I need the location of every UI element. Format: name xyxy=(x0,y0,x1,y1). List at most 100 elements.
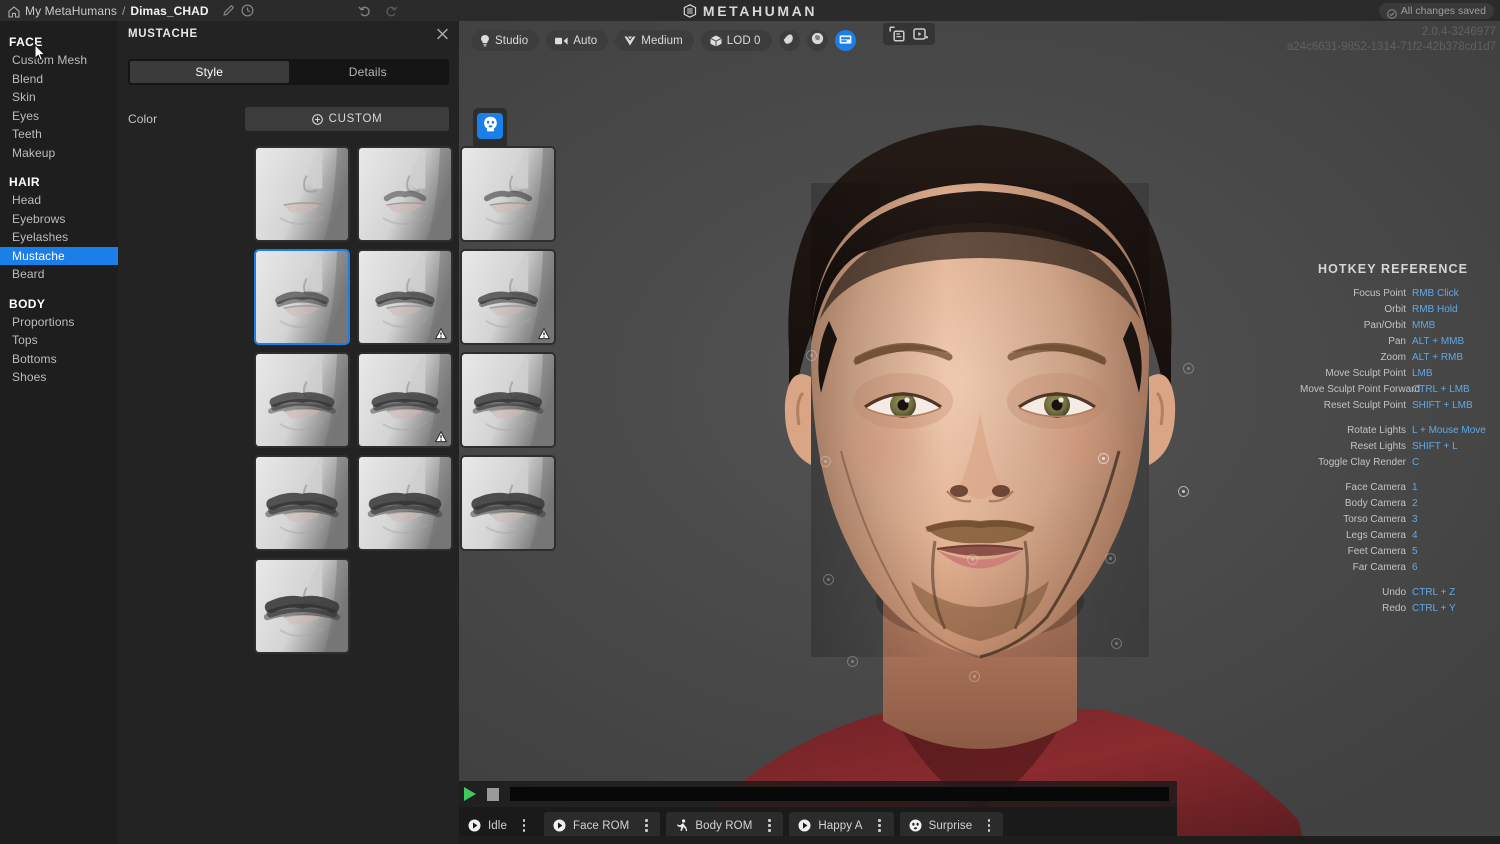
sculpt-point-marker[interactable] xyxy=(847,656,858,667)
mustache-style-thumbnail[interactable] xyxy=(357,146,453,242)
viewport-3d[interactable]: Studio Auto Medium LOD 0 xyxy=(459,21,1500,844)
anim-clip-face-rom[interactable]: Face ROM xyxy=(544,812,660,839)
mustache-style-thumbnail[interactable] xyxy=(254,558,350,654)
mustache-style-thumbnail[interactable] xyxy=(254,455,350,551)
sidebar-item-head[interactable]: Head xyxy=(0,191,118,210)
sculpt-point-marker[interactable] xyxy=(967,554,978,565)
custom-color-button[interactable]: CUSTOM xyxy=(245,107,449,131)
edit-pencil-icon[interactable] xyxy=(222,4,235,17)
mustache-style-thumbnail[interactable] xyxy=(460,455,556,551)
lod-button[interactable]: LOD 0 xyxy=(701,30,772,51)
mustache-style-thumbnail[interactable] xyxy=(357,352,453,448)
anim-clip-surprise[interactable]: Surprise xyxy=(900,812,1004,839)
sidebar-item-skin[interactable]: Skin xyxy=(0,88,118,107)
sculpt-point-marker[interactable] xyxy=(823,574,834,585)
anim-clip-idle[interactable]: Idle xyxy=(459,812,538,839)
more-options-icon[interactable] xyxy=(761,812,777,839)
thumbnail-face-preview xyxy=(462,354,554,446)
sidebar-item-makeup[interactable]: Makeup xyxy=(0,144,118,163)
more-options-icon[interactable] xyxy=(872,812,888,839)
head-view-toggle[interactable] xyxy=(807,30,828,51)
warning-icon xyxy=(435,327,447,339)
face-anim-icon xyxy=(798,819,811,832)
lighting-preset-button[interactable]: Studio xyxy=(471,30,539,51)
video-capture-icon[interactable] xyxy=(913,26,929,42)
undo-redo-group[interactable] xyxy=(358,4,398,17)
sidebar-item-beard[interactable]: Beard xyxy=(0,265,118,284)
anim-clip-happy-a[interactable]: Happy A xyxy=(789,812,893,839)
more-options-icon[interactable] xyxy=(981,812,997,839)
mustache-style-thumbnail[interactable] xyxy=(254,146,350,242)
stop-icon[interactable] xyxy=(487,788,499,801)
color-label: Color xyxy=(128,112,245,126)
sidebar-item-blend[interactable]: Blend xyxy=(0,70,118,89)
redo-arrow-icon[interactable] xyxy=(385,4,398,17)
color-row[interactable]: Color CUSTOM xyxy=(128,107,449,131)
face-anim-icon xyxy=(909,819,922,832)
sculpt-point-marker[interactable] xyxy=(806,350,817,361)
sidebar-item-shoes[interactable]: Shoes xyxy=(0,368,118,387)
auto-quality-button[interactable]: Auto xyxy=(546,30,608,51)
close-icon[interactable] xyxy=(436,28,449,41)
sculpt-point-marker[interactable] xyxy=(1111,638,1122,649)
sidebar-item-tops[interactable]: Tops xyxy=(0,331,118,350)
sidebar-item-custom-mesh[interactable]: Custom Mesh xyxy=(0,51,118,70)
sculpt-face-tool[interactable] xyxy=(477,113,503,139)
top-bar[interactable]: My MetaHumans / Dimas_CHAD xyxy=(0,0,1500,21)
sculpt-point-marker[interactable] xyxy=(1183,363,1194,374)
mustache-style-thumbnail[interactable] xyxy=(357,455,453,551)
sidebar-group-hair: HAIR Head Eyebrows Eyelashes Mustache Be… xyxy=(0,175,118,284)
sidebar-nav[interactable]: FACE Custom Mesh Blend Skin Eyes Teeth M… xyxy=(0,21,118,844)
mustache-style-thumbnail[interactable] xyxy=(254,352,350,448)
sidebar-item-proportions[interactable]: Proportions xyxy=(0,313,118,332)
viewport-bottom-strip xyxy=(459,836,1500,844)
quality-button[interactable]: Medium xyxy=(615,30,694,51)
more-options-icon[interactable] xyxy=(638,812,654,839)
mustache-style-grid[interactable] xyxy=(254,146,566,654)
mustache-style-thumbnail[interactable] xyxy=(460,352,556,448)
home-icon[interactable] xyxy=(8,5,20,17)
mustache-style-thumbnail[interactable] xyxy=(254,249,350,345)
screenshot-icon[interactable] xyxy=(889,26,905,42)
sidebar-item-eyes[interactable]: Eyes xyxy=(0,107,118,126)
sidebar-item-teeth[interactable]: Teeth xyxy=(0,125,118,144)
sidebar-group-title: BODY xyxy=(0,297,118,313)
properties-panel[interactable]: MUSTACHE Style Details Color CUSTOM xyxy=(118,21,459,844)
metahuman-head-render[interactable] xyxy=(459,21,1500,844)
capture-toolbar[interactable] xyxy=(883,23,935,45)
mustache-style-thumbnail[interactable] xyxy=(357,249,453,345)
panel-tabs[interactable]: Style Details xyxy=(128,59,449,85)
saved-status-text: All changes saved xyxy=(1401,5,1486,17)
sculpt-point-marker[interactable] xyxy=(1098,453,1109,464)
anim-clip-body-rom[interactable]: Body ROM xyxy=(666,812,783,839)
sidebar-item-eyelashes[interactable]: Eyelashes xyxy=(0,228,118,247)
info-circle-icon[interactable] xyxy=(241,4,254,17)
breadcrumb-current: Dimas_CHAD xyxy=(130,4,208,18)
playback-controls[interactable] xyxy=(455,781,1177,807)
sculpt-point-marker[interactable] xyxy=(820,456,831,467)
undo-arrow-icon[interactable] xyxy=(358,4,371,17)
background-toggle[interactable] xyxy=(835,30,856,51)
breadcrumb-parent[interactable]: My MetaHumans xyxy=(25,4,117,18)
app-brand: METAHUMAN xyxy=(683,0,817,21)
play-icon[interactable] xyxy=(464,787,476,801)
breadcrumb[interactable]: My MetaHumans / Dimas_CHAD xyxy=(0,4,254,18)
mustache-style-thumbnail[interactable] xyxy=(460,146,556,242)
mustache-style-thumbnail[interactable] xyxy=(460,249,556,345)
tab-details[interactable]: Details xyxy=(289,61,448,83)
auto-quality-icon xyxy=(555,36,568,46)
viewport-toolbar[interactable]: Studio Auto Medium LOD 0 xyxy=(471,30,856,51)
sculpt-point-marker[interactable] xyxy=(1105,553,1116,564)
clay-render-toggle[interactable] xyxy=(779,30,800,51)
sculpt-point-marker[interactable] xyxy=(1178,486,1189,497)
anim-clip-label: Surprise xyxy=(929,820,973,832)
animation-toolbar[interactable]: Idle Face ROM Body ROM xyxy=(455,781,1177,844)
sidebar-item-eyebrows[interactable]: Eyebrows xyxy=(0,210,118,229)
tab-style[interactable]: Style xyxy=(130,61,289,83)
timeline-scrubber[interactable] xyxy=(510,787,1169,801)
more-options-icon[interactable] xyxy=(516,812,532,839)
sidebar-item-bottoms[interactable]: Bottoms xyxy=(0,350,118,369)
sidebar-item-mustache[interactable]: Mustache xyxy=(0,247,118,266)
sculpt-point-marker[interactable] xyxy=(969,671,980,682)
thumbnail-face-preview xyxy=(256,457,348,549)
